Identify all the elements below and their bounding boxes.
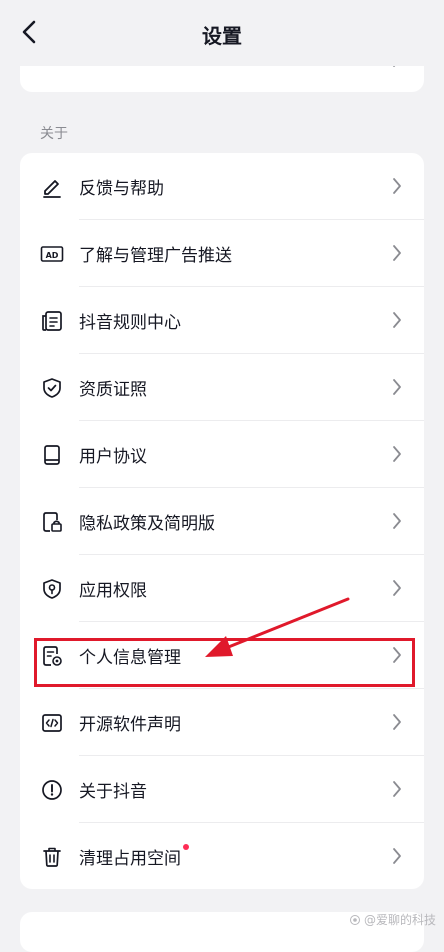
pencil-icon <box>40 175 64 199</box>
chevron-right-icon <box>392 244 402 262</box>
code-icon <box>40 711 64 735</box>
rules-document-icon <box>40 309 64 333</box>
settings-item-label: 个人信息管理 <box>79 643 181 668</box>
chevron-right-icon <box>392 311 402 329</box>
svg-text:AD: AD <box>46 250 59 259</box>
chevron-right-icon <box>392 512 402 530</box>
permission-shield-icon <box>40 577 64 601</box>
settings-item-label: 资质证照 <box>79 375 147 400</box>
settings-item-ads[interactable]: AD 了解与管理广告推送 <box>20 220 424 287</box>
notification-badge-dot <box>183 844 189 850</box>
settings-item-label: 清理占用空间 <box>79 844 181 869</box>
settings-item-open-source[interactable]: 开源软件声明 <box>20 689 424 756</box>
page-title: 设置 <box>0 20 444 49</box>
settings-item-label: 关于抖音 <box>79 777 147 802</box>
settings-item-label: 反馈与帮助 <box>79 174 164 199</box>
shield-check-icon <box>40 376 64 400</box>
settings-item-user-agreement[interactable]: 用户协议 <box>20 421 424 488</box>
settings-card-about: 反馈与帮助 AD 了解与管理广告推送 抖音规则中心 <box>20 153 424 889</box>
chevron-right-icon <box>392 579 402 597</box>
chevron-right-icon <box>392 847 402 865</box>
settings-item-feedback[interactable]: 反馈与帮助 <box>20 153 424 220</box>
camera-icon <box>349 914 361 926</box>
section-label-about: 关于 <box>40 123 68 143</box>
trash-icon <box>40 845 64 869</box>
navigation-bar: 设置 <box>0 0 444 66</box>
watermark-text: @爱聊的科技 <box>364 911 436 928</box>
settings-item-label: 应用权限 <box>79 576 147 601</box>
book-icon <box>40 443 64 467</box>
settings-item-label: 抖音规则中心 <box>79 308 181 333</box>
settings-item-rules-center[interactable]: 抖音规则中心 <box>20 287 424 354</box>
settings-item-label: 隐私政策及简明版 <box>79 509 215 534</box>
settings-item-qualifications[interactable]: 资质证照 <box>20 354 424 421</box>
chevron-right-icon <box>392 780 402 798</box>
settings-item-privacy-policy[interactable]: 隐私政策及简明版 <box>20 488 424 555</box>
settings-item-clear-storage[interactable]: 清理占用空间 <box>20 823 424 889</box>
chevron-right-icon <box>392 713 402 731</box>
settings-item-about-douyin[interactable]: 关于抖音 <box>20 756 424 823</box>
chevron-right-icon <box>392 646 402 664</box>
info-circle-icon <box>40 778 64 802</box>
watermark: @爱聊的科技 <box>349 911 436 928</box>
ad-icon: AD <box>40 242 64 266</box>
settings-item-label: 开源软件声明 <box>79 710 181 735</box>
settings-item-label: 用户协议 <box>79 442 147 467</box>
chevron-right-icon <box>392 378 402 396</box>
settings-item-label: 了解与管理广告推送 <box>79 241 232 266</box>
chevron-right-icon <box>392 445 402 463</box>
chevron-right-icon <box>392 177 402 195</box>
privacy-lock-document-icon <box>40 510 64 534</box>
personal-info-document-icon <box>40 644 64 668</box>
settings-item-app-permissions[interactable]: 应用权限 <box>20 555 424 622</box>
settings-item-personal-info[interactable]: 个人信息管理 <box>20 622 424 689</box>
